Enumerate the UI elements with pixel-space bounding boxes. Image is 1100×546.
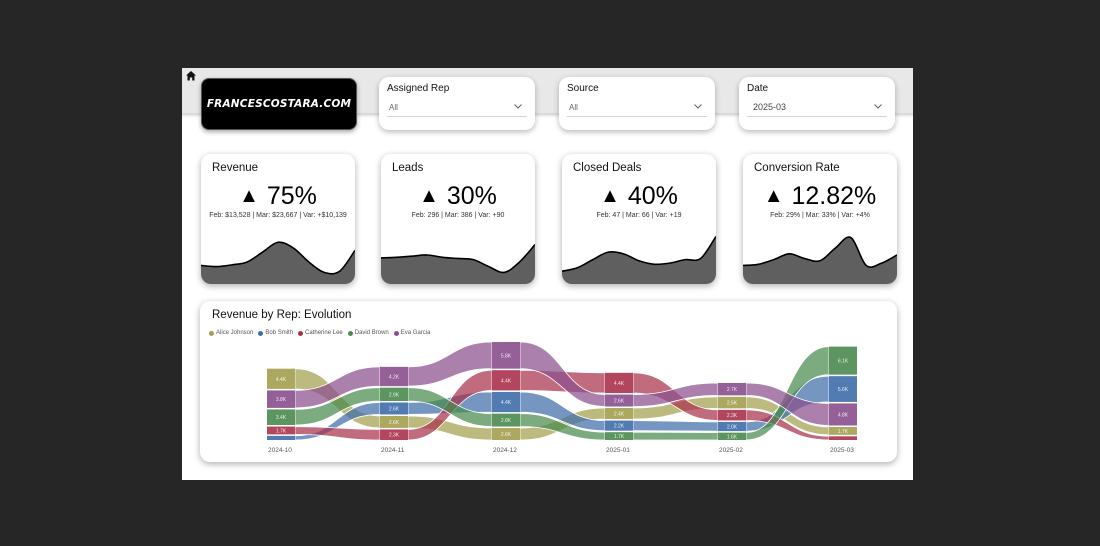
- ribbon-bob-smith[interactable]: [632, 420, 719, 432]
- source-slicer: Source All: [559, 77, 715, 130]
- kpi-subtext: Feb: 296 | Mar: 386 | Var: +90: [411, 212, 505, 219]
- x-tick-label: 2024-11: [381, 447, 405, 454]
- kpi-value: ▲ 12.82%: [743, 182, 897, 211]
- x-tick-label: 2025-01: [606, 447, 630, 454]
- data-label: 2.7K: [727, 387, 738, 393]
- data-label: 2.6K: [389, 420, 400, 426]
- assigned-rep-dropdown[interactable]: All: [387, 99, 527, 117]
- kpi-value: ▲ 75%: [201, 182, 355, 211]
- kpi-title: Closed Deals: [573, 162, 642, 174]
- kpi-card-revenue: Revenue ▲ 75% Feb: $13,528 | Mar: $23,667…: [201, 154, 355, 284]
- kpi-title: Revenue: [212, 162, 259, 174]
- data-label: 2.8K: [501, 418, 512, 424]
- data-label: 1.7K: [838, 429, 849, 435]
- chevron-down-icon: [874, 104, 882, 109]
- report-canvas: FRANCESCOSTARA.COM Assigned Rep All Sour…: [182, 68, 913, 480]
- x-tick-label: 2025-02: [719, 447, 743, 454]
- dropdown-value: All: [569, 103, 578, 112]
- data-label: 4.4K: [501, 378, 512, 384]
- dropdown-value: All: [389, 103, 398, 112]
- up-arrow-icon: ▲: [239, 185, 259, 207]
- sparkline-area: [201, 242, 355, 284]
- kpi-sparkline: [743, 236, 897, 284]
- date-slicer: Date 2025-03: [739, 77, 895, 130]
- date-dropdown[interactable]: 2025-03: [747, 99, 887, 117]
- kpi-percent: 75%: [266, 182, 317, 210]
- data-label: 4.2K: [389, 375, 400, 381]
- kpi-percent: 40%: [627, 182, 678, 210]
- data-label: 2.5K: [727, 401, 738, 407]
- data-label: 1.7K: [614, 434, 625, 440]
- kpi-sparkline: [381, 244, 535, 284]
- data-label: 4.4K: [501, 400, 512, 406]
- kpi-card-conversion-rate: Conversion Rate ▲ 12.82% Feb: 29% | Mar: …: [743, 154, 897, 284]
- data-label: 6.1K: [838, 359, 849, 365]
- data-label: 1.6K: [727, 434, 738, 440]
- ribbon-david-brown[interactable]: [632, 431, 719, 441]
- source-dropdown[interactable]: All: [567, 99, 707, 117]
- slicer-title: Assigned Rep: [387, 83, 450, 94]
- kpi-title: Conversion Rate: [754, 162, 840, 174]
- kpi-percent: 12.82%: [791, 182, 877, 210]
- kpi-subtext: Feb: 47 | Mar: 66 | Var: +19: [596, 212, 682, 219]
- data-label: 5.6K: [838, 387, 849, 393]
- up-arrow-icon: ▲: [600, 185, 620, 207]
- data-label: 2.4K: [614, 412, 625, 418]
- data-label: 2.0K: [727, 425, 738, 431]
- kpi-card-leads: Leads ▲ 30% Feb: 296 | Mar: 386 | Var: +9…: [381, 154, 535, 284]
- data-label: 3.8K: [276, 397, 287, 403]
- dropdown-value: 2025-03: [753, 102, 787, 112]
- data-label: 2.6K: [614, 399, 625, 405]
- kpi-title: Leads: [392, 162, 424, 174]
- kpi-card-closed-deals: Closed Deals ▲ 40% Feb: 47 | Mar: 66 | Va…: [562, 154, 716, 284]
- slicer-title: Date: [747, 83, 769, 94]
- home-icon[interactable]: [185, 70, 197, 82]
- chevron-down-icon: [694, 104, 702, 109]
- data-label: 4.4K: [276, 377, 287, 383]
- kpi-subtext: Feb: $13,528 | Mar: $23,667 | Var: +$10,…: [209, 212, 347, 219]
- data-label: 2.3K: [389, 433, 400, 439]
- data-label: 3.4K: [276, 415, 287, 421]
- sparkline-area: [381, 244, 535, 284]
- up-arrow-icon: ▲: [419, 185, 439, 207]
- slicer-title: Source: [567, 83, 599, 94]
- assigned-rep-slicer: Assigned Rep All: [379, 77, 535, 130]
- data-label: 2.6K: [501, 432, 512, 438]
- kpi-value: ▲ 40%: [562, 182, 716, 211]
- data-label: 2.6K: [389, 406, 400, 412]
- x-tick-label: 2025-03: [830, 447, 854, 454]
- ribbon-chart: 4.4K 1.7K 3.4K 3.8K 2024-10 2.6K 2.6K 2.3K 2.9K 4…: [267, 341, 857, 454]
- data-label: 2.9K: [389, 392, 400, 398]
- up-arrow-icon: ▲: [763, 185, 784, 207]
- kpi-sparkline: [562, 235, 716, 284]
- kpi-subtext: Feb: 29% | Mar: 33% | Var: +4%: [770, 212, 870, 219]
- bar-segment[interactable]: [267, 435, 295, 440]
- chevron-down-icon: [514, 104, 522, 109]
- revenue-by-rep-card: Revenue by Rep: Evolution Alice Johnson …: [200, 301, 897, 462]
- kpi-sparkline: [201, 241, 355, 284]
- data-label: 4.4K: [614, 381, 625, 387]
- brand-logo-text: FRANCESCOSTARA.COM: [206, 98, 352, 110]
- brand-logo: FRANCESCOSTARA.COM: [201, 78, 357, 130]
- data-label: 2.3K: [727, 413, 738, 419]
- kpi-value: ▲ 30%: [381, 182, 535, 211]
- x-tick-label: 2024-10: [268, 447, 292, 454]
- x-tick-label: 2024-12: [493, 447, 517, 454]
- bar-segment[interactable]: [829, 436, 857, 440]
- data-label: 5.8K: [501, 353, 512, 359]
- data-label: 4.8K: [838, 412, 849, 418]
- kpi-percent: 30%: [446, 182, 497, 210]
- data-label: 1.7K: [276, 428, 287, 434]
- data-label: 2.2K: [614, 424, 625, 430]
